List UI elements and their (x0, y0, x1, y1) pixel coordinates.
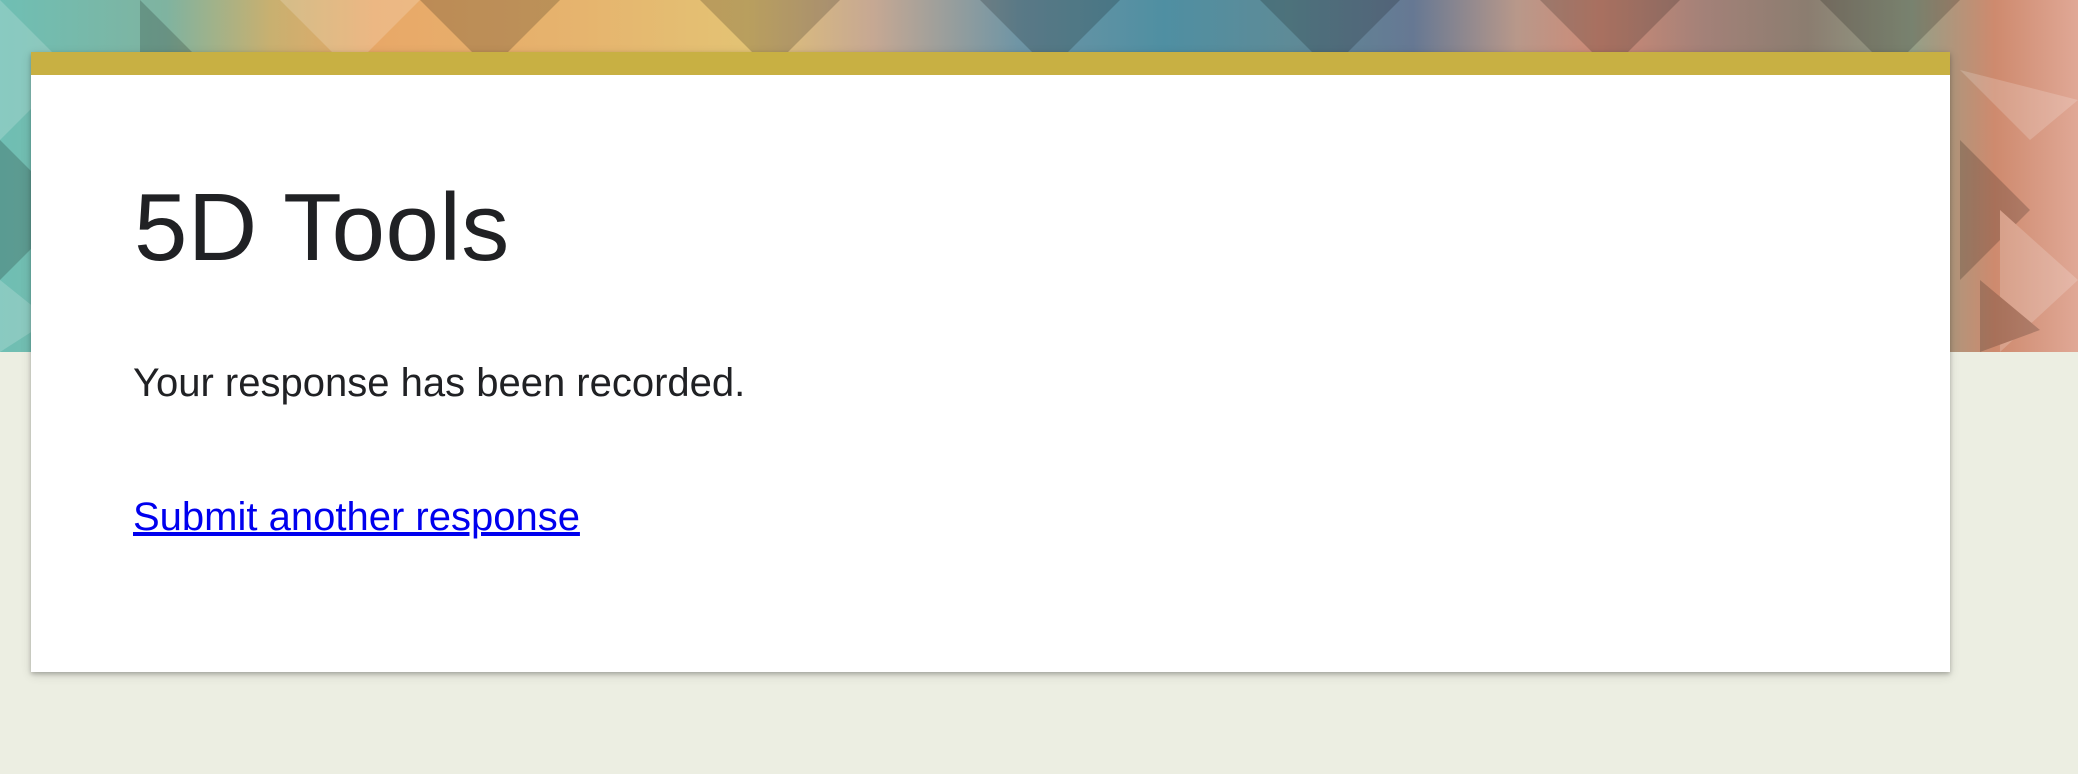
confirmation-card: 5D Tools Your response has been recorded… (31, 52, 1950, 672)
form-title: 5D Tools (134, 174, 510, 281)
submit-another-response-link[interactable]: Submit another response (133, 493, 580, 541)
confirmation-message: Your response has been recorded. (133, 361, 746, 405)
card-accent-bar (31, 52, 1950, 75)
